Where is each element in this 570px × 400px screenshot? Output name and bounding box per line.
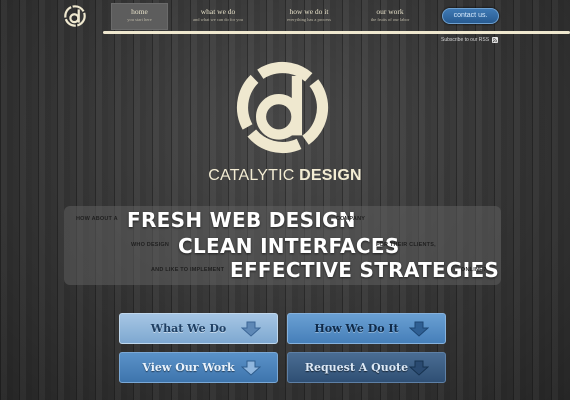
nav-our-work-sub: the fruits of our labor (370, 17, 410, 22)
nav-what-we-do-sub: and what we can do for you (193, 17, 243, 22)
nav-what-we-do-label: what we do (200, 7, 236, 16)
down-arrow-icon (409, 321, 429, 337)
what-we-do-button[interactable]: What We Do (119, 313, 278, 344)
how-we-do-it-label: How We Do It (314, 322, 399, 335)
tagline-small-2b: FOR THEIR CLIENTS, (376, 242, 436, 248)
tagline-big-2: CLEAN INTERFACES (178, 234, 400, 258)
tagline-small-1: HOW ABOUT A (76, 216, 118, 222)
nav-how-we-do-it[interactable]: how we do it everything has a process (278, 3, 340, 30)
tagline-small-3: AND LIKE TO IMPLEMENT (151, 267, 225, 273)
what-we-do-label: What We Do (150, 322, 227, 335)
contact-us-button[interactable]: contact us. (442, 8, 499, 24)
nav-home[interactable]: home you start here (111, 3, 168, 30)
brand-name-bold: DESIGN (299, 167, 362, 184)
request-a-quote-label: Request A Quote (304, 361, 409, 374)
catalytic-design-logo-icon (236, 61, 329, 154)
brand-name-light: CATALYTIC (208, 167, 300, 184)
nav-divider (103, 31, 570, 34)
catalytic-logo-icon[interactable] (64, 5, 86, 27)
tagline-big-1: FRESH WEB DESIGN (127, 208, 356, 232)
subscribe-link[interactable]: Subscribe to our RSS (441, 37, 499, 43)
view-our-work-button[interactable]: View Our Work (119, 352, 278, 383)
rss-icon (492, 37, 499, 43)
view-our-work-label: View Our Work (142, 361, 235, 374)
tagline-big-3: EFFECTIVE STRATEGIES (230, 258, 500, 282)
nav-what-we-do[interactable]: what we do and what we can do for you (186, 3, 250, 30)
tagline-small-2: WHO DESIGN (131, 242, 170, 248)
nav-how-we-do-it-sub: everything has a process (286, 17, 332, 22)
subscribe-label: Subscribe to our RSS (441, 37, 490, 43)
nav-how-we-do-it-label: how we do it (289, 7, 329, 16)
down-arrow-icon (241, 321, 261, 337)
down-arrow-icon (241, 360, 261, 376)
request-a-quote-button[interactable]: Request A Quote (287, 352, 446, 383)
tagline-small-1b: COMPANY (336, 216, 366, 222)
brand-name: CATALYTIC DESIGN (0, 167, 570, 185)
tagline-small-3b: ONLINE? (461, 267, 487, 273)
nav-home-sub: you start here (127, 17, 152, 22)
nav-our-work-label: our work (376, 7, 404, 16)
how-we-do-it-button[interactable]: How We Do It (287, 313, 446, 344)
nav-home-label: home (131, 7, 148, 16)
nav-our-work[interactable]: our work the fruits of our labor (362, 3, 418, 30)
down-arrow-icon (409, 360, 429, 376)
